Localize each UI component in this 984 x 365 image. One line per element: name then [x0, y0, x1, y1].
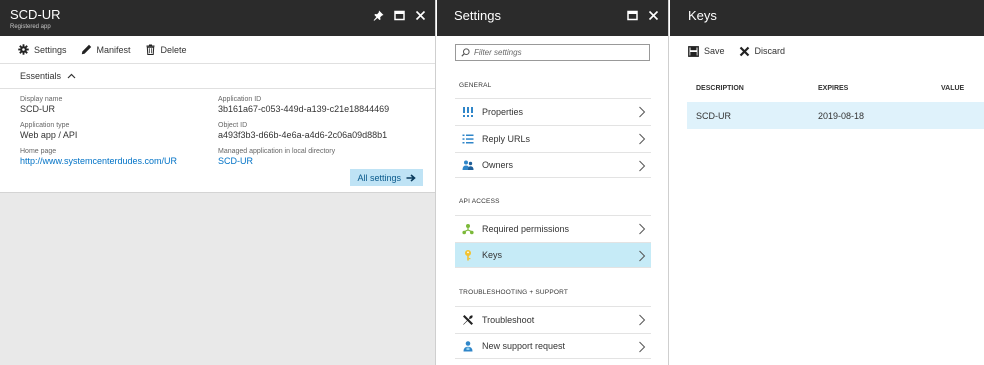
chevron-up-icon [67, 73, 76, 79]
permissions-icon [462, 223, 474, 235]
maximize-icon[interactable] [627, 10, 638, 21]
key-description-cell[interactable]: SCD-UR [687, 111, 810, 121]
managed-app-label: Managed application in local directory [218, 148, 336, 155]
maximize-icon[interactable] [394, 10, 405, 21]
all-settings-button[interactable]: All settings [350, 169, 423, 186]
chevron-right-icon [639, 314, 646, 326]
essentials-panel: Display name SCD-UR Application type Web… [0, 89, 435, 192]
delete-label: Delete [160, 44, 187, 55]
essentials-label: Essentials [20, 71, 62, 81]
gear-icon [18, 44, 29, 55]
home-page-link[interactable]: http://www.systemcenterdudes.com/UR [20, 156, 177, 167]
settings-label: Settings [34, 44, 67, 55]
app-blade: SCD-UR Registered app Settings Manifest … [0, 0, 436, 365]
key-expires-cell[interactable]: 2019-08-18 [810, 111, 933, 121]
app-toolbar: Settings Manifest Delete [0, 36, 435, 64]
all-settings-label: All settings [357, 172, 401, 183]
object-id-label: Object ID [218, 122, 248, 129]
keys-table-header: DESCRIPTION EXPIRES VALUE [687, 74, 984, 102]
managed-app-link[interactable]: SCD-UR [218, 156, 335, 167]
application-id-value: 3b161a67-c053-449d-a139-c21e18844469 [218, 104, 390, 114]
keys-blade: Keys Save Discard DESCRIPTION EXPIRES VA… [670, 0, 984, 365]
menu-item-new-support-request[interactable]: New support request [455, 333, 651, 359]
home-page-label: Home page [20, 148, 57, 155]
trash-icon [145, 44, 156, 55]
application-type-label: Application type [20, 122, 70, 129]
application-type-value: Web app / API [20, 130, 78, 140]
menu-item-troubleshoot[interactable]: Troubleshoot [455, 306, 651, 332]
menu-item-required-permissions[interactable]: Required permissions [455, 215, 651, 241]
app-title: SCD-UR [10, 7, 61, 22]
discard-label: Discard [754, 46, 786, 56]
essentials-toggle[interactable]: Essentials [0, 64, 435, 89]
column-expires: EXPIRES [818, 84, 849, 92]
display-name-label: Display name [20, 96, 63, 103]
column-description: DESCRIPTION [696, 84, 744, 92]
column-value: VALUE [941, 84, 965, 92]
close-icon[interactable] [415, 10, 426, 21]
discard-x-icon [739, 46, 750, 57]
manifest-label: Manifest [96, 44, 131, 55]
chevron-right-icon [639, 223, 646, 235]
discard-button[interactable]: Discard [739, 46, 786, 57]
menu-item-keys[interactable]: Keys [455, 242, 651, 268]
keys-blade-header: Keys [670, 0, 984, 36]
filter-settings-input[interactable] [474, 48, 644, 57]
chevron-right-icon [639, 341, 646, 353]
menu-item-keys-label: Keys [482, 250, 503, 260]
menu-item-troubleshoot-label: Troubleshoot [482, 314, 535, 325]
section-general: GENERAL [459, 82, 492, 89]
section-api-access: API ACCESS [459, 198, 500, 205]
section-troubleshooting: TROUBLESHOOTING + SUPPORT [459, 289, 569, 296]
display-name-value: SCD-UR [20, 104, 55, 114]
menu-item-reply-urls-label: Reply URLs [482, 133, 531, 144]
key-icon [462, 249, 474, 261]
save-icon [688, 45, 699, 57]
menu-item-required-permissions-label: Required permissions [482, 223, 570, 234]
chevron-right-icon [639, 250, 646, 262]
support-person-icon [462, 340, 474, 352]
keys-toolbar: Save Discard [670, 37, 984, 65]
menu-item-properties-label: Properties [482, 106, 524, 117]
settings-title: Settings [454, 8, 501, 23]
save-button[interactable]: Save [688, 45, 725, 57]
chevron-right-icon [639, 106, 646, 118]
chevron-right-icon [639, 133, 646, 145]
app-blade-empty-area [0, 192, 435, 363]
menu-item-owners-label: Owners [482, 160, 514, 170]
menu-item-new-support-request-label: New support request [482, 341, 566, 351]
pin-icon[interactable] [373, 10, 384, 21]
save-label: Save [704, 46, 725, 56]
application-id-label: Application ID [218, 96, 262, 103]
settings-button[interactable]: Settings [18, 44, 67, 55]
keys-title: Keys [688, 8, 717, 23]
keys-table: DESCRIPTION EXPIRES VALUE SCD-UR 2019-08… [687, 74, 984, 129]
arrow-right-icon [406, 173, 416, 182]
properties-icon [462, 106, 474, 118]
menu-item-properties[interactable]: Properties [455, 98, 651, 124]
pencil-icon [81, 44, 92, 55]
menu-item-reply-urls[interactable]: Reply URLs [455, 125, 651, 151]
settings-blade: Settings GENERAL Properties Reply URLs [437, 0, 669, 365]
app-blade-header: SCD-UR Registered app [0, 0, 435, 36]
tools-icon [462, 314, 474, 326]
object-id-value: a493f3b3-d66b-4e6a-a4d6-2c06a09d88b1 [218, 130, 388, 140]
filter-settings-field[interactable] [455, 44, 650, 61]
settings-blade-header: Settings [437, 0, 668, 36]
app-subtitle: Registered app [10, 24, 51, 30]
close-icon[interactable] [648, 10, 659, 21]
users-icon [462, 159, 474, 171]
chevron-right-icon [639, 160, 646, 172]
menu-item-owners[interactable]: Owners [455, 152, 651, 178]
table-row[interactable]: SCD-UR 2019-08-18 [687, 102, 984, 129]
delete-button[interactable]: Delete [145, 44, 187, 55]
search-icon [461, 48, 470, 57]
manifest-button[interactable]: Manifest [81, 44, 131, 55]
list-icon [462, 133, 474, 145]
